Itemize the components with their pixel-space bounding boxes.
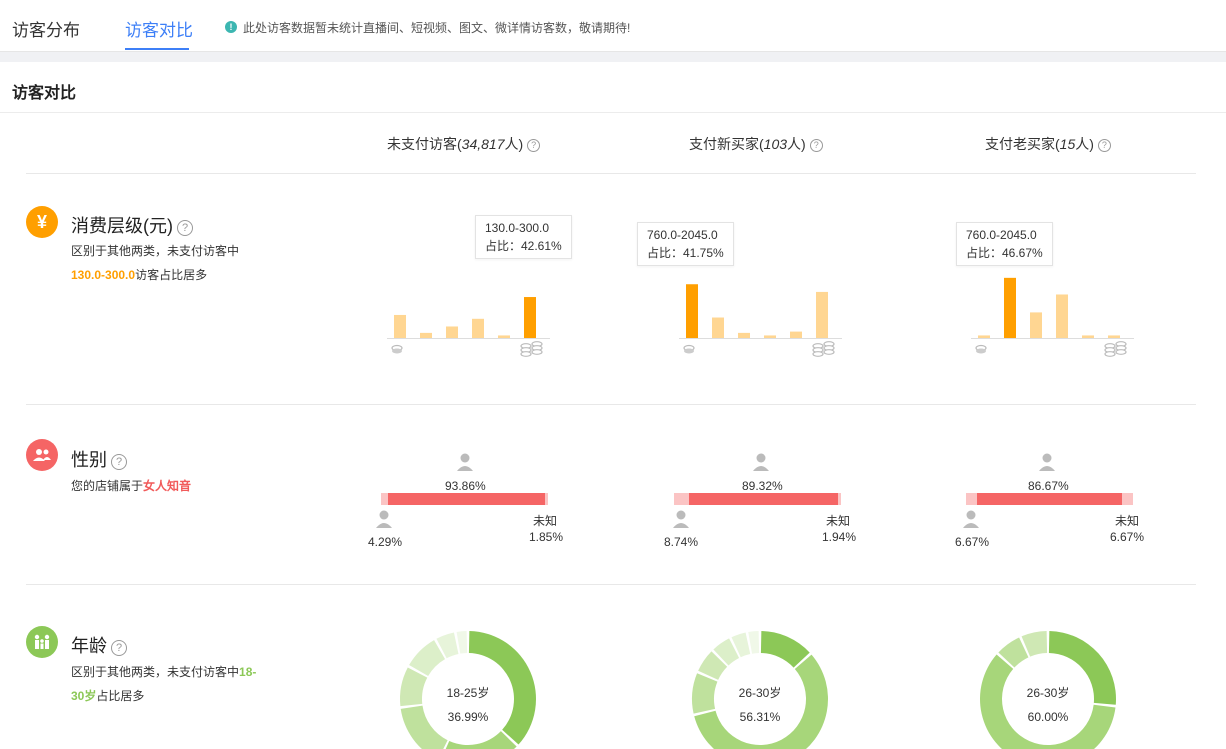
bar[interactable] [472,318,484,338]
bar[interactable] [1004,277,1016,338]
section-title-consumption: 消费层级(元)? [71,212,193,238]
male-person-icon [673,510,689,528]
donut-slice[interactable] [440,731,517,749]
gender-bar [381,493,548,505]
female-person-icon [457,453,473,471]
tab-visitor-distribution[interactable]: 访客分布 [12,16,80,41]
chart-tooltip: 760.0-2045.0 占比：46.67% [956,222,1053,266]
help-icon[interactable]: ? [111,454,127,470]
comparison-panel: 访客对比 未支付访客(34,817人)? 支付新买家(103人)? 支付老买家(… [0,62,1226,749]
section-desc-gender: 您的店铺属于女人知音 [71,479,192,493]
bar[interactable] [764,335,776,338]
users-icon [26,439,58,471]
donut-slice[interactable] [692,673,718,714]
section-title-age: 年龄? [71,632,127,658]
bar[interactable] [420,332,432,338]
coins-stack-icon [812,341,835,357]
info-icon: ! [225,21,237,33]
section-desc-consumption: 区别于其他两类，未支付访客中 130.0-300.0访客占比居多 [71,244,240,282]
divider [26,404,1196,405]
donut-slice[interactable] [409,640,446,677]
divider [0,112,1226,113]
divider [26,584,1196,585]
donut-center-label: 26-30岁 56.31% [738,686,782,724]
tab-visitor-comparison[interactable]: 访客对比 [125,16,193,41]
coin-icon [391,344,403,354]
column-header-unpaid: 未支付访客(34,817人)? [387,134,541,154]
coins-stack-icon [520,341,543,357]
bar[interactable] [1108,335,1120,338]
column-header-old-buyers: 支付老买家(15人)? [985,134,1111,154]
bar[interactable] [978,335,990,338]
consumption-bar-chart-unpaid [387,297,550,357]
consumption-bar-chart-old [971,277,1134,357]
donut-center-label: 18-25岁 36.99% [446,686,490,724]
bar[interactable] [712,317,724,338]
bar[interactable] [446,326,458,338]
donut-slice[interactable] [400,667,428,707]
bar[interactable] [686,284,698,338]
bar[interactable] [1030,312,1042,338]
top-tab-bar: 访客分布 访客对比 ! 此处访客数据暂未统计直播间、短视频、图文、微详情访客数，… [0,0,1226,52]
male-person-icon [376,510,392,528]
donut-slice[interactable] [748,631,760,654]
help-icon[interactable]: ? [111,640,127,656]
bar[interactable] [1082,335,1094,338]
bar[interactable] [498,335,510,338]
donut-slice[interactable] [456,631,468,654]
male-person-icon [963,510,979,528]
panel-title: 访客对比 [12,85,77,102]
chart-tooltip: 130.0-300.0 占比：42.61% [475,215,572,259]
bar[interactable] [738,332,750,338]
gender-bar [966,493,1133,505]
chart-tooltip: 760.0-2045.0 占比：41.75% [637,222,734,266]
bar[interactable] [394,314,406,338]
help-icon[interactable]: ? [177,220,193,236]
donut-slice[interactable] [760,631,810,668]
divider [26,173,1196,174]
column-header-new-buyers: 支付新买家(103人)? [689,134,823,154]
active-tab-underline [125,48,189,50]
female-person-icon [1039,453,1055,471]
coin-icon [975,344,987,354]
section-desc-age: 区别于其他两类，未支付访客中18- 30岁占比居多 [71,665,257,703]
help-icon[interactable]: ? [1097,139,1111,152]
female-person-icon [753,453,769,471]
consumption-bar-chart-new [679,284,842,357]
donut-center-label: 26-30岁 60.00% [1026,686,1070,724]
notice-text: 此处访客数据暂未统计直播间、短视频、图文、微详情访客数，敬请期待! [243,21,631,35]
bar[interactable] [524,297,536,338]
bar[interactable] [816,291,828,338]
gender-bar [674,493,841,505]
coin-icon [683,344,695,354]
bar[interactable] [790,331,802,338]
bar[interactable] [1056,294,1068,338]
section-title-gender: 性别? [71,446,127,472]
help-icon[interactable]: ? [809,139,823,152]
yuan-icon: ¥ [26,206,58,238]
coins-stack-icon [1104,341,1127,357]
family-icon [26,626,58,658]
help-icon[interactable]: ? [527,139,541,152]
